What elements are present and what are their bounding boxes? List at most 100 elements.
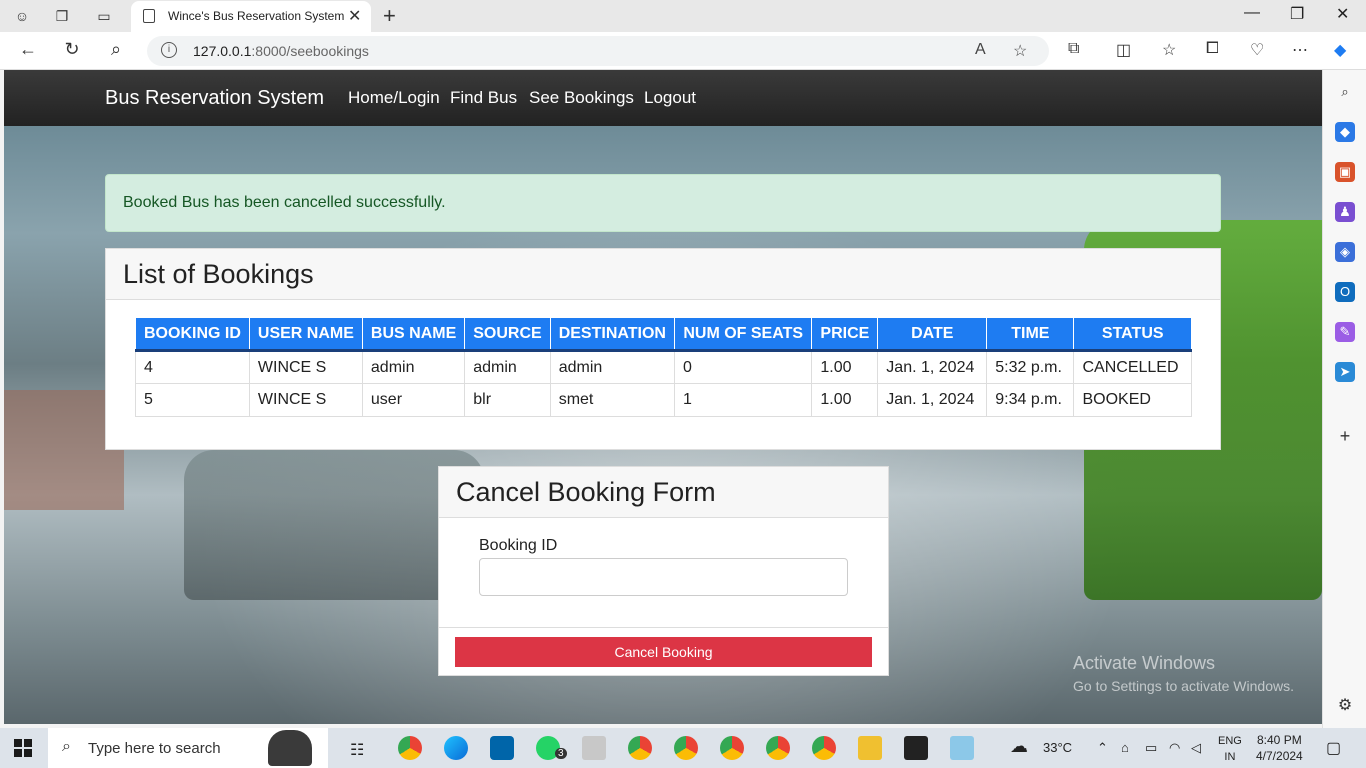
bookings-card: List of Bookings BOOKING ID USER NAME BU… [105,248,1221,450]
show-hidden-icons-icon[interactable]: ⌃ [1097,740,1108,756]
site-navbar: Bus Reservation System Home/Login Find B… [4,70,1322,126]
bookings-table: BOOKING ID USER NAME BUS NAME SOURCE DES… [135,317,1192,417]
minimize-icon[interactable]: — [1244,4,1260,22]
sidebar-settings-icon[interactable]: ⚙ [1335,696,1355,716]
nav-home-login[interactable]: Home/Login [348,88,440,108]
table-cell: WINCE S [248,350,363,384]
copilot-icon[interactable]: ◆ [1334,40,1346,60]
browser-toolbar: ← ↻ ⌕ i 127.0.0.1:8000/seebookings A ☆ ⧉… [0,32,1366,70]
file-explorer-icon[interactable] [858,736,882,760]
col-header: TIME [986,317,1075,352]
browser-tab[interactable]: Wince's Bus Reservation System ✕ [131,1,371,32]
read-aloud-icon[interactable]: A [975,41,986,59]
restore-icon[interactable]: ❐ [1290,4,1304,24]
table-cell: 9:34 p.m. [986,383,1075,417]
notepad-icon[interactable] [950,736,974,760]
table-cell: WINCE S [248,383,363,417]
table-cell: CANCELLED [1073,350,1192,384]
table-cell: admin [464,350,551,384]
watermark-line2: Go to Settings to activate Windows. [1073,678,1294,694]
start-button-icon[interactable] [14,739,32,757]
close-window-icon[interactable]: ✕ [1336,4,1349,24]
chrome-profile-2-icon[interactable] [628,736,652,760]
col-header: BOOKING ID [135,317,250,352]
browser-titlebar: ☺ ❐ ▭ Wince's Bus Reservation System ✕ +… [0,0,1366,32]
search-icon[interactable]: ⌕ [104,39,128,60]
url-text[interactable]: 127.0.0.1:8000/seebookings [193,43,369,59]
shopping-icon[interactable]: ◆ [1335,122,1355,142]
chrome-profile-4-icon[interactable] [720,736,744,760]
notifications-icon[interactable]: ▢ [1326,738,1341,758]
whatsapp-badge: 3 [555,748,567,759]
volume-icon[interactable]: ◁ [1191,740,1201,756]
refresh-icon[interactable]: ↻ [60,39,84,60]
chrome-profile-6-icon[interactable] [812,736,836,760]
site-brand[interactable]: Bus Reservation System [105,87,324,110]
site-info-icon[interactable]: i [161,42,177,58]
outlook-icon[interactable]: O [1335,282,1355,302]
task-view-icon[interactable]: ☷ [350,740,364,760]
table-cell: admin [361,350,466,384]
add-sidebar-app-icon[interactable]: + [1335,426,1355,446]
collections-icon[interactable]: ⧠ [1206,40,1219,58]
workspaces-icon[interactable]: ❐ [52,6,72,26]
chrome-profile-5-icon[interactable] [766,736,790,760]
battery-icon[interactable]: ▭ [1145,740,1157,756]
edge-sidebar: ⌕ ◆ ▣ ♟ ◈ O ✎ ➤ + ⚙ [1322,70,1366,728]
profile-avatar-icon[interactable]: ☺ [12,6,32,26]
games-icon[interactable]: ♟ [1335,202,1355,222]
taskbar-search-placeholder: Type here to search [88,740,221,757]
sidebar-search-icon[interactable]: ⌕ [1335,82,1355,102]
taskbar-search[interactable]: ⌕ Type here to search [48,728,328,768]
cancel-booking-button[interactable]: Cancel Booking [455,637,872,667]
clock-date: 4/7/2024 [1256,749,1303,763]
file-app-icon[interactable] [582,736,606,760]
lang-code: ENG [1218,735,1242,747]
success-alert: Booked Bus has been cancelled successful… [105,174,1221,232]
chrome-icon[interactable] [398,736,422,760]
booking-id-input[interactable] [479,558,848,596]
form-divider [439,627,888,628]
weather-icon[interactable]: ☁ [1010,736,1028,757]
nav-logout[interactable]: Logout [644,88,696,108]
region-code: IN [1224,751,1236,763]
more-menu-icon[interactable]: ⋯ [1292,40,1308,60]
table-cell: smet [549,383,675,417]
tab-title: Wince's Bus Reservation System [168,9,345,23]
drop-icon[interactable]: ➤ [1335,362,1355,382]
cancel-card-header: Cancel Booking Form [439,467,888,518]
address-bar[interactable]: i 127.0.0.1:8000/seebookings A ☆ [147,36,1049,66]
favorite-star-icon[interactable]: ☆ [1013,41,1027,61]
table-cell: 0 [673,350,813,384]
vscode-icon[interactable] [490,736,514,760]
language-indicator[interactable]: ENG IN [1218,733,1242,765]
favorites-icon[interactable]: ☆ [1162,40,1176,60]
browser-essentials-icon[interactable]: ♡ [1250,40,1264,60]
booking-id-label: Booking ID [479,537,558,554]
weather-temp[interactable]: 33°C [1043,740,1072,755]
tools-icon[interactable]: ▣ [1335,162,1355,182]
nav-see-bookings[interactable]: See Bookings [529,88,634,108]
back-icon[interactable]: ← [16,39,40,60]
chrome-profile-3-icon[interactable] [674,736,698,760]
table-cell: blr [464,383,551,417]
table-cell: 1.00 [811,350,879,384]
extensions-icon[interactable]: ⧉ [1068,40,1079,58]
terminal-icon[interactable] [904,736,928,760]
tab-actions-icon[interactable]: ▭ [94,6,114,26]
edge-icon[interactable] [444,736,468,760]
page-favicon-icon [143,9,155,23]
nav-find-bus[interactable]: Find Bus [450,88,517,108]
system-clock[interactable]: 8:40 PM 4/7/2024 [1256,732,1303,764]
table-cell: admin [549,350,675,384]
new-tab-icon[interactable]: + [383,3,396,29]
table-cell: 1 [673,383,813,417]
close-tab-icon[interactable]: ✕ [348,6,361,26]
split-screen-icon[interactable]: ◫ [1116,40,1131,60]
wifi-icon[interactable]: ◠ [1169,740,1180,756]
cancel-form-title: Cancel Booking Form [456,477,716,507]
designer-icon[interactable]: ✎ [1335,322,1355,342]
microsoft365-icon[interactable]: ◈ [1335,242,1355,262]
url-host: 127.0.0.1 [193,43,252,59]
network-icon[interactable]: ⌂ [1121,740,1129,755]
